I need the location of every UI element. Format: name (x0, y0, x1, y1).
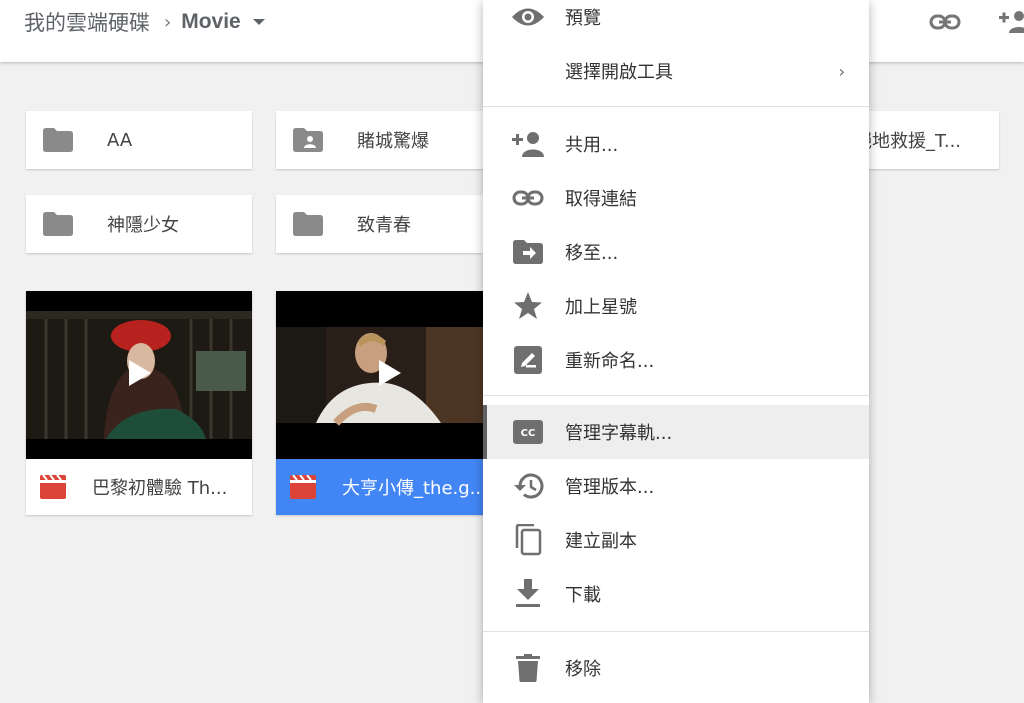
play-icon (129, 360, 151, 386)
chevron-right-icon: › (838, 61, 845, 81)
folder-item[interactable]: 致青春 (276, 195, 502, 253)
menu-item-label: 取得連結 (565, 189, 637, 210)
breadcrumb: 我的雲端硬碟 › Movie (24, 8, 265, 36)
eye-icon (511, 0, 545, 34)
folder-item[interactable]: 神隱少女 (26, 195, 252, 253)
breadcrumb-current[interactable]: Movie (181, 10, 241, 34)
menu-item-label: 下載 (565, 585, 601, 606)
folder-name: 致青春 (357, 215, 411, 236)
menu-item-manage-captions[interactable]: CC 管理字幕軌... (483, 405, 869, 459)
folder-name: 賭城驚爆 (357, 131, 429, 152)
menu-item-download[interactable]: 下載 (483, 567, 869, 621)
menu-divider (483, 631, 869, 632)
folder-icon (43, 212, 73, 236)
menu-item-manage-versions[interactable]: 管理版本... (483, 459, 869, 513)
menu-item-label: 加上星號 (565, 297, 637, 318)
menu-item-label: 管理版本... (565, 477, 655, 498)
link-icon (511, 181, 545, 215)
play-icon (379, 360, 401, 386)
trash-icon (511, 651, 545, 685)
menu-item-rename[interactable]: 重新命名... (483, 333, 869, 387)
menu-item-label: 共用... (565, 135, 619, 156)
menu-item-get-link[interactable]: 取得連結 (483, 171, 869, 225)
file-card[interactable]: 巴黎初體驗 Th... (26, 291, 252, 515)
menu-divider (483, 106, 869, 107)
video-thumbnail (276, 291, 502, 459)
closed-caption-icon: CC (511, 415, 545, 449)
file-name: 大亨小傳_the.g... (342, 478, 487, 499)
video-file-icon (290, 474, 316, 499)
add-person-icon (511, 127, 545, 161)
file-name-bar: 大亨小傳_the.g... (276, 459, 502, 515)
menu-item-label: 移至... (565, 243, 619, 264)
file-name: 巴黎初體驗 Th... (92, 478, 228, 499)
folder-icon (293, 212, 323, 236)
download-icon (511, 577, 545, 611)
menu-item-label: 移除 (565, 659, 601, 680)
context-menu: 預覽 選擇開啟工具 › 共用... 取得連結 移至... 加上星號 重新命名..… (483, 0, 869, 703)
folder-item[interactable]: AA (26, 111, 252, 169)
menu-item-label: 預覽 (565, 8, 601, 29)
video-file-icon (40, 474, 66, 499)
add-person-icon[interactable] (998, 6, 1024, 38)
file-card[interactable]: 大亨小傳_the.g... (276, 291, 502, 515)
menu-item-label: 管理字幕軌... (565, 423, 673, 444)
menu-item-add-star[interactable]: 加上星號 (483, 279, 869, 333)
breadcrumb-separator: › (164, 11, 172, 33)
file-name-bar: 巴黎初體驗 Th... (26, 459, 252, 515)
folder-item[interactable]: 賭城驚爆 (276, 111, 502, 169)
menu-item-share[interactable]: 共用... (483, 117, 869, 171)
folder-name: 神隱少女 (107, 215, 179, 236)
menu-item-label: 建立副本 (565, 531, 637, 552)
folder-icon (43, 128, 73, 152)
menu-item-remove[interactable]: 移除 (483, 641, 869, 695)
menu-item-label: 重新命名... (565, 351, 655, 372)
svg-text:CC: CC (521, 428, 536, 439)
menu-item-label: 選擇開啟工具 (565, 62, 673, 83)
menu-divider (483, 395, 869, 396)
menu-item-open-with[interactable]: 選擇開啟工具 › (483, 44, 869, 98)
copy-icon (511, 523, 545, 557)
rename-icon (511, 343, 545, 377)
folder-name: 絕地救援_T... (854, 131, 962, 152)
video-thumbnail (26, 291, 252, 459)
caret-down-icon[interactable] (252, 19, 265, 25)
move-to-folder-icon (511, 235, 545, 269)
menu-item-preview[interactable]: 預覽 (483, 0, 869, 44)
link-icon[interactable] (929, 6, 961, 38)
folder-name: AA (107, 129, 133, 151)
breadcrumb-root[interactable]: 我的雲端硬碟 (24, 7, 150, 37)
star-icon (511, 289, 545, 323)
menu-item-move-to[interactable]: 移至... (483, 225, 869, 279)
history-icon (511, 469, 545, 503)
shared-folder-icon (293, 128, 323, 152)
menu-item-make-copy[interactable]: 建立副本 (483, 513, 869, 567)
